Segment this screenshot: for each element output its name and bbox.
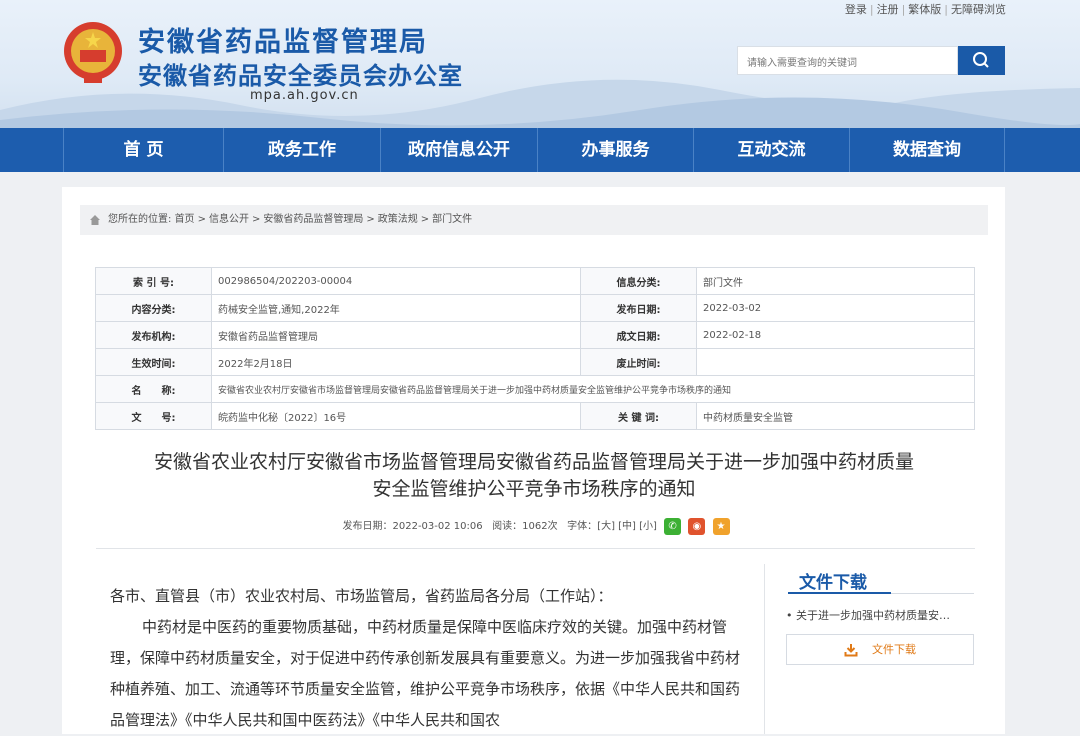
- table-row: 索 引 号: 002986504/202203-00004 信息分类: 部门文件: [95, 267, 975, 295]
- publish-date-value: 2022-03-02: [696, 294, 975, 322]
- favorite-star-icon[interactable]: ★: [712, 517, 730, 535]
- download-title-underline: [788, 592, 891, 594]
- top-links: 登录 | 注册 | 繁体版 | 无障碍浏览: [844, 3, 1006, 16]
- article-paragraph: 中药材是中医药的重要物质基础，中药材质量是保障中医临床疗效的关键。加强中药材管理…: [110, 618, 741, 729]
- download-section-title: 文件下载: [799, 573, 867, 593]
- breadcrumb-sep: >: [366, 214, 375, 225]
- download-icon: [844, 644, 858, 657]
- breadcrumb-dept-docs[interactable]: 部门文件: [432, 214, 472, 225]
- table-row: 生效时间: 2022年2月18日 废止时间:: [95, 348, 975, 376]
- content-category-label: 内容分类:: [95, 294, 212, 322]
- wechat-icon[interactable]: ✆: [664, 517, 682, 535]
- site-domain: mpa.ah.gov.cn: [250, 88, 359, 103]
- doc-number-value: 皖药监中化秘〔2022〕16号: [211, 402, 581, 430]
- effective-value: 2022年2月18日: [211, 348, 581, 376]
- article-meta: 发布日期：2022-03-02 10:06 阅读：1062次 字体：[大] [中…: [96, 517, 976, 535]
- download-button[interactable]: 文件下载: [786, 634, 974, 665]
- breadcrumb-sep: >: [420, 214, 430, 225]
- article-title-line2: 安全监管维护公平竞争市场秩序的通知: [372, 478, 696, 500]
- table-row: 内容分类: 药械安全监管,通知,2022年 发布日期: 2022-03-02: [95, 294, 975, 322]
- register-link[interactable]: 注册: [877, 3, 899, 16]
- site-title: 安徽省药品监督管理局: [138, 27, 428, 58]
- download-button-label: 文件下载: [872, 643, 916, 656]
- nav-information-disclosure[interactable]: 政府信息公开: [380, 128, 537, 172]
- name-value: 安徽省农业农村厅安徽省市场监督管理局安徽省药品监督管理局关于进一步加强中药材质量…: [211, 375, 975, 403]
- nav-home[interactable]: 首 页: [63, 128, 223, 172]
- breadcrumb-sep: >: [251, 214, 261, 225]
- table-row: 发布机构: 安徽省药品监督管理局 成文日期: 2022-02-18: [95, 321, 975, 349]
- article-body: 各市、直管县（市）农业农村局、市场监管局，省药监局各分局（工作站）： 中药材是中…: [110, 581, 750, 736]
- nav-government-affairs[interactable]: 政务工作: [223, 128, 380, 172]
- content-category-value: 药械安全监管,通知,2022年: [211, 294, 581, 322]
- content-panel: 您所在的位置: 首页 > 信息公开 > 安徽省药品监督管理局 > 政策法规 > 部门文件 索 引…: [62, 187, 1005, 734]
- table-row: 名 称: 安徽省农业农村厅安徽省市场监督管理局安徽省药品监督管理局关于进一步加强…: [95, 375, 975, 403]
- keyword-value: 中药材质量安全监管: [696, 402, 975, 430]
- info-table: 索 引 号: 002986504/202203-00004 信息分类: 部门文件…: [95, 267, 975, 430]
- keyword-label: 关 键 词:: [580, 402, 697, 430]
- created-date-label: 成文日期:: [580, 321, 697, 349]
- nav-interaction[interactable]: 互动交流: [693, 128, 849, 172]
- search-button[interactable]: [958, 46, 1005, 75]
- nav-services[interactable]: 办事服务: [537, 128, 693, 172]
- home-icon: [90, 215, 100, 225]
- name-label: 名 称:: [95, 375, 212, 403]
- index-value: 002986504/202203-00004: [211, 267, 581, 295]
- breadcrumb-home[interactable]: 首页: [175, 214, 195, 225]
- category-value: 部门文件: [696, 267, 975, 295]
- search-input[interactable]: 请输入需要查询的关键词: [737, 46, 958, 75]
- breadcrumb-prefix: 您所在的位置:: [108, 214, 172, 225]
- traditional-chinese-link[interactable]: 繁体版: [908, 3, 941, 16]
- article-title: 安徽省农业农村厅安徽省市场监督管理局安徽省药品监督管理局关于进一步加强中药材质量…: [80, 449, 988, 503]
- effective-label: 生效时间:: [95, 348, 212, 376]
- breadcrumb-info-disclosure[interactable]: 信息公开: [209, 214, 249, 225]
- meta-date: 发布日期：2022-03-02 10:06: [342, 521, 483, 532]
- site-header: 安徽省药品监督管理局 安徽省药品安全委员会办公室 mpa.ah.gov.cn 登…: [0, 0, 1080, 128]
- accessibility-link[interactable]: 无障碍浏览: [951, 3, 1006, 16]
- repeal-label: 废止时间:: [580, 348, 697, 376]
- site-subtitle: 安徽省药品安全委员会办公室: [138, 62, 463, 90]
- table-row: 文 号: 皖药监中化秘〔2022〕16号 关 键 词: 中药材质量安全监管: [95, 402, 975, 430]
- main-nav: 首 页 政务工作 政府信息公开 办事服务 互动交流 数据查询: [0, 128, 1080, 172]
- search-icon: [973, 52, 989, 68]
- category-label: 信息分类:: [580, 267, 697, 295]
- article-title-line1: 安徽省农业农村厅安徽省市场监督管理局安徽省药品监督管理局关于进一步加强中药材质量: [153, 451, 914, 473]
- breadcrumb-bureau[interactable]: 安徽省药品监督管理局: [263, 214, 363, 225]
- publish-date-label: 发布日期:: [580, 294, 697, 322]
- breadcrumb: 您所在的位置: 首页 > 信息公开 > 安徽省药品监督管理局 > 政策法规 > 部门文件: [80, 205, 988, 235]
- breadcrumb-policy[interactable]: 政策法规: [378, 214, 418, 225]
- nav-data-query[interactable]: 数据查询: [849, 128, 1005, 172]
- login-link[interactable]: 登录: [845, 3, 867, 16]
- meta-reads: 阅读：1062次: [492, 521, 558, 532]
- divider: [96, 548, 975, 549]
- salutation: 各市、直管县（市）农业农村局、市场监管局，省药监局各分局（工作站）：: [110, 587, 613, 605]
- index-label: 索 引 号:: [95, 267, 212, 295]
- meta-font-size[interactable]: 字体：[大] [中] [小]: [567, 521, 657, 532]
- publisher-value: 安徽省药品监督管理局: [211, 321, 581, 349]
- created-date-value: 2022-02-18: [696, 321, 975, 349]
- weibo-icon[interactable]: ◉: [688, 517, 706, 535]
- sidebar-divider: [764, 564, 765, 734]
- download-file-link[interactable]: • 关于进一步加强中药材质量安…: [786, 607, 976, 623]
- publisher-label: 发布机构:: [95, 321, 212, 349]
- national-emblem-icon: [64, 22, 122, 83]
- repeal-value: [696, 348, 975, 376]
- breadcrumb-sep: >: [197, 214, 206, 225]
- doc-number-label: 文 号:: [95, 402, 212, 430]
